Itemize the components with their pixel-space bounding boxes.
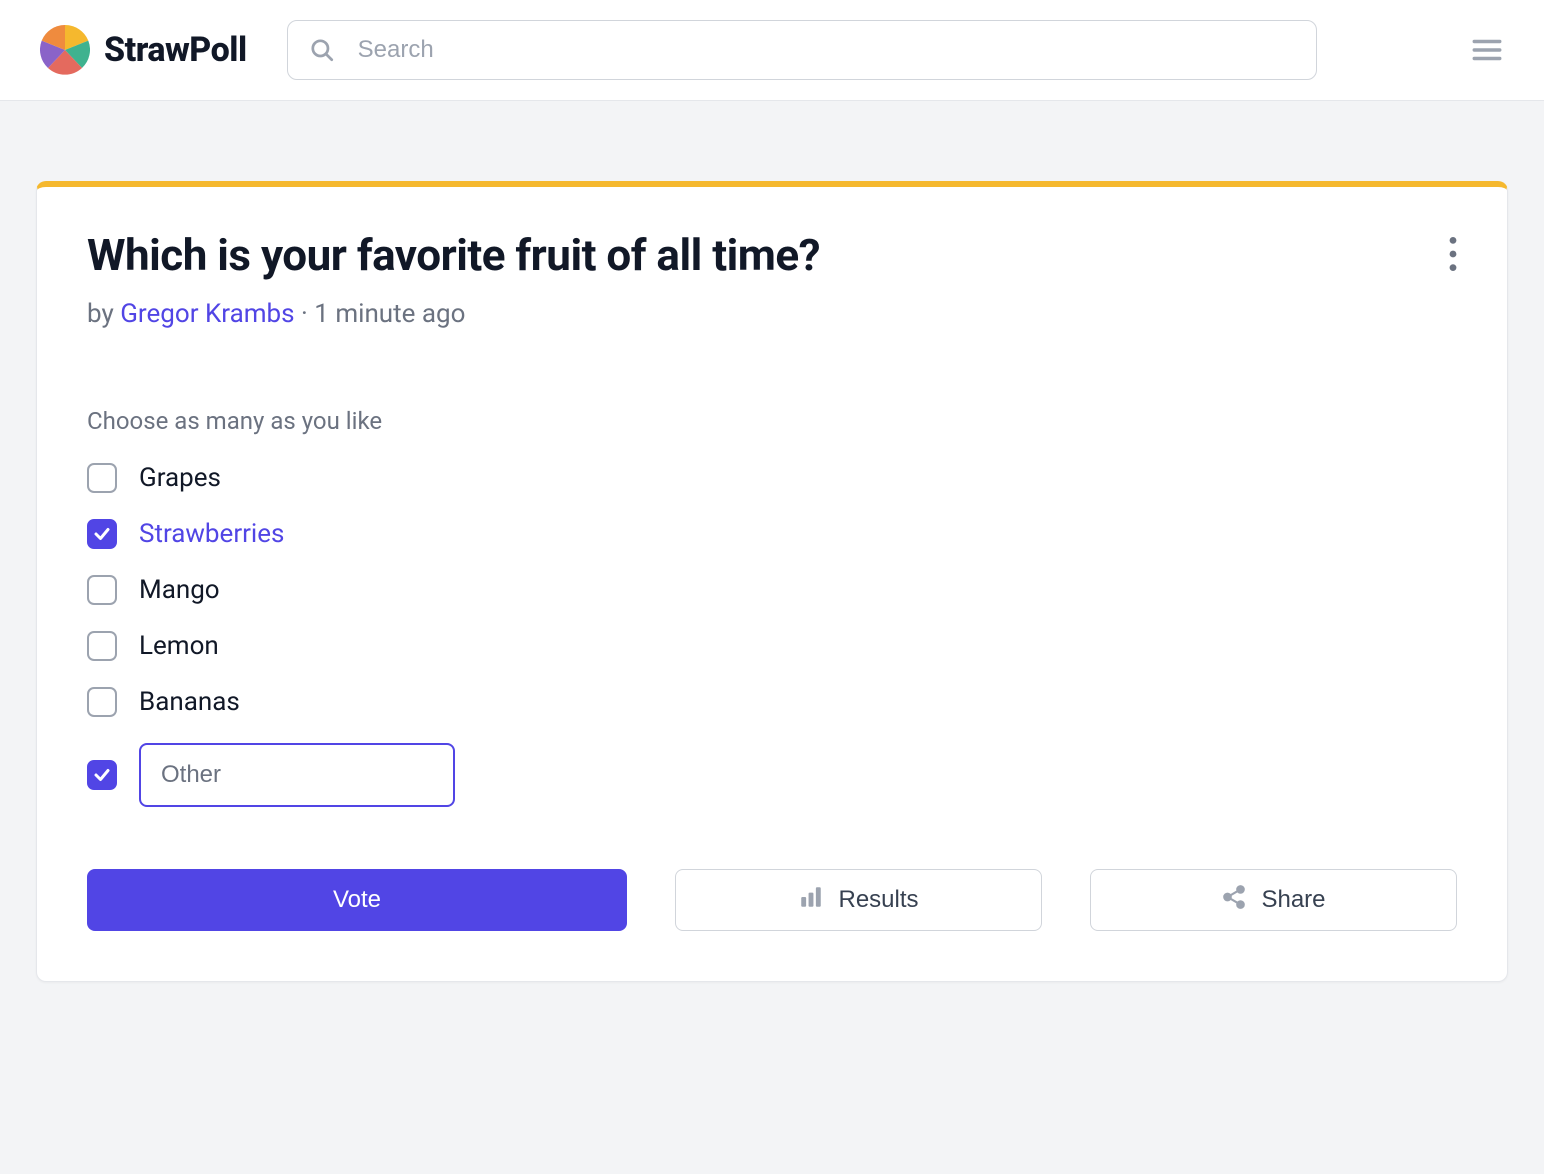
option-label: Bananas xyxy=(139,687,240,717)
checkbox[interactable] xyxy=(87,463,117,493)
brand-logo[interactable]: StrawPoll xyxy=(40,25,247,75)
poll-card: Which is your favorite fruit of all time… xyxy=(36,181,1508,982)
poll-title: Which is your favorite fruit of all time… xyxy=(87,229,820,281)
poll-instruction: Choose as many as you like xyxy=(87,407,1457,435)
option-row[interactable]: Mango xyxy=(87,575,1457,605)
option-label: Mango xyxy=(139,575,220,605)
author-link[interactable]: Gregor Krambs xyxy=(120,299,294,329)
checkbox[interactable] xyxy=(87,519,117,549)
share-button-label: Share xyxy=(1261,886,1325,914)
search-wrapper xyxy=(287,20,1317,80)
poll-byline: by Gregor Krambs · 1 minute ago xyxy=(87,299,820,329)
search-icon xyxy=(309,37,335,63)
checkbox[interactable] xyxy=(87,631,117,661)
button-row: Vote Results Sha xyxy=(87,869,1457,931)
checkbox[interactable] xyxy=(87,575,117,605)
results-button[interactable]: Results xyxy=(675,869,1042,931)
poll-options: Grapes Strawberries Mango Lemon xyxy=(87,463,1457,807)
checkbox[interactable] xyxy=(87,687,117,717)
brand-name: StrawPoll xyxy=(104,30,247,70)
bar-chart-icon xyxy=(798,884,824,917)
site-header: StrawPoll xyxy=(0,0,1544,101)
option-row[interactable]: Strawberries xyxy=(87,519,1457,549)
option-row[interactable]: Bananas xyxy=(87,687,1457,717)
option-label: Lemon xyxy=(139,631,219,661)
results-button-label: Results xyxy=(838,886,918,914)
vote-button[interactable]: Vote xyxy=(87,869,627,931)
checkbox[interactable] xyxy=(87,760,117,790)
share-button[interactable]: Share xyxy=(1090,869,1457,931)
share-icon xyxy=(1221,884,1247,917)
pie-logo-icon xyxy=(40,25,90,75)
option-row-other[interactable] xyxy=(87,743,1457,807)
byline-prefix: by xyxy=(87,299,120,329)
kebab-menu-icon[interactable] xyxy=(1449,237,1457,271)
option-label: Strawberries xyxy=(139,519,284,549)
search-input[interactable] xyxy=(287,20,1317,80)
other-input[interactable] xyxy=(139,743,455,807)
poll-header: Which is your favorite fruit of all time… xyxy=(87,229,1457,329)
option-row[interactable]: Grapes xyxy=(87,463,1457,493)
option-label: Grapes xyxy=(139,463,221,493)
byline-suffix: · 1 minute ago xyxy=(295,299,466,329)
vote-button-label: Vote xyxy=(333,886,381,914)
option-row[interactable]: Lemon xyxy=(87,631,1457,661)
hamburger-menu-icon[interactable] xyxy=(1470,33,1504,67)
